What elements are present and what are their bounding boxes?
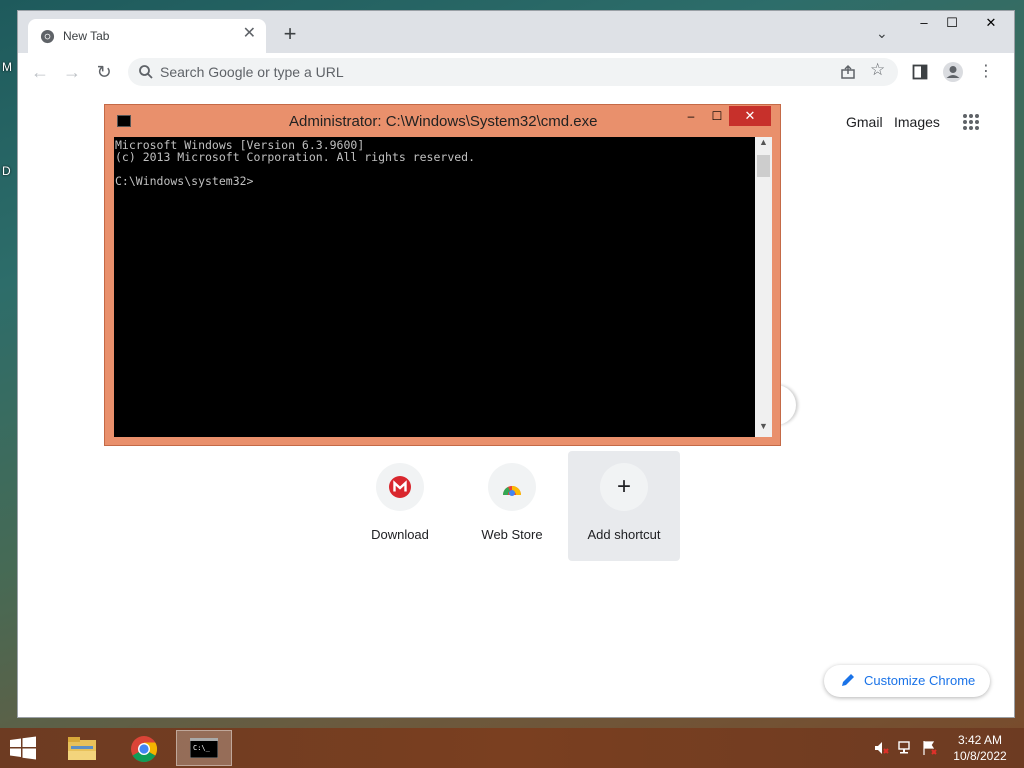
menu-kebab-icon[interactable]: ⋮	[976, 62, 996, 82]
shortcut-icon-bg	[376, 463, 424, 511]
taskbar-cmd[interactable]: C:\_	[176, 730, 232, 766]
folder-icon	[68, 737, 96, 760]
shortcut-icon-bg	[488, 463, 536, 511]
pencil-icon	[842, 674, 854, 686]
scroll-up-arrow-icon[interactable]: ▲	[755, 137, 772, 153]
shortcut-label: Download	[371, 527, 429, 542]
window-minimize-button[interactable]: ‒	[910, 15, 938, 33]
window-maximize-button[interactable]: ☐	[938, 15, 966, 33]
cmd-close-button[interactable]: ✕	[729, 106, 771, 126]
system-clock[interactable]: 3:42 AM 10/8/2022	[940, 732, 1020, 764]
search-icon	[139, 65, 153, 79]
taskbar-file-explorer[interactable]	[54, 730, 110, 766]
taskbar-chrome[interactable]	[116, 730, 172, 766]
side-panel-icon[interactable]	[912, 64, 928, 80]
reload-icon[interactable]: ↻	[94, 62, 114, 82]
cmd-console[interactable]: Microsoft Windows [Version 6.3.9600] (c)…	[114, 137, 755, 437]
windows-start-icon[interactable]	[8, 736, 38, 760]
plus-icon: +	[616, 473, 631, 500]
network-icon[interactable]	[898, 740, 914, 756]
cmd-window[interactable]: Administrator: C:\Windows\System32\cmd.e…	[104, 104, 781, 446]
shortcut-icon-bg: +	[600, 463, 648, 511]
tab-close-icon[interactable]: ✕	[243, 26, 256, 42]
tab-new-tab[interactable]: New Tab ✕	[28, 19, 266, 53]
action-center-flag-icon[interactable]	[922, 740, 938, 756]
gmail-link[interactable]: Gmail	[846, 114, 883, 130]
cmd-icon: C:\_	[190, 738, 218, 758]
address-input[interactable]	[160, 62, 760, 82]
clock-date: 10/8/2022	[953, 749, 1007, 763]
shortcut-label: Web Store	[481, 527, 543, 542]
shortcut-label: Add shortcut	[587, 527, 661, 542]
bookmark-star-icon[interactable]: ☆	[870, 60, 885, 80]
omnibox[interactable]: ☆	[128, 58, 898, 86]
cmd-window-icon	[117, 115, 131, 127]
shortcut-web-store[interactable]: Web Store	[456, 451, 568, 559]
scroll-down-arrow-icon[interactable]: ▼	[755, 421, 772, 437]
webstore-icon	[503, 486, 521, 496]
taskbar: C:\_ 3:42 AM 10/8/2022	[0, 728, 1024, 768]
tab-strip: New Tab ✕ + ⌄ ‒ ☐ ✕	[18, 11, 1014, 53]
cmd-scrollbar[interactable]: ▲ ▼	[755, 137, 772, 437]
new-tab-button[interactable]: +	[278, 23, 302, 47]
cmd-title: Administrator: C:\Windows\System32\cmd.e…	[289, 113, 598, 130]
clock-time: 3:42 AM	[957, 733, 1003, 747]
cmd-maximize-button[interactable]: ☐	[707, 109, 727, 125]
customize-chrome-button[interactable]: Customize Chrome	[824, 665, 990, 697]
window-close-button[interactable]: ✕	[974, 15, 1008, 33]
profile-avatar-icon[interactable]	[942, 61, 964, 83]
tab-search-chevron-icon[interactable]: ⌄	[876, 25, 888, 42]
back-icon[interactable]: ←	[30, 62, 50, 82]
cmd-minimize-button[interactable]: ‒	[681, 109, 701, 125]
tab-title: New Tab	[63, 29, 110, 43]
customize-label: Customize Chrome	[864, 673, 976, 688]
forward-icon[interactable]: →	[62, 62, 82, 82]
google-apps-icon[interactable]	[962, 113, 980, 131]
shortcut-download[interactable]: Download	[344, 451, 456, 559]
add-shortcut-button[interactable]: + Add shortcut	[568, 451, 680, 561]
desktop-icon-label-d[interactable]: D	[2, 164, 11, 178]
toolbar: ← → ↻ ☆ ⋮	[18, 53, 1014, 91]
images-link[interactable]: Images	[894, 114, 940, 130]
mega-icon	[389, 476, 411, 498]
chrome-favicon-icon	[40, 29, 55, 44]
chrome-icon	[131, 736, 158, 763]
speaker-muted-icon[interactable]	[874, 740, 890, 756]
desktop-icon-label-m[interactable]: M	[2, 60, 12, 74]
scroll-thumb[interactable]	[757, 155, 770, 177]
svg-text:C:\_: C:\_	[193, 744, 211, 752]
share-icon[interactable]	[840, 64, 856, 80]
